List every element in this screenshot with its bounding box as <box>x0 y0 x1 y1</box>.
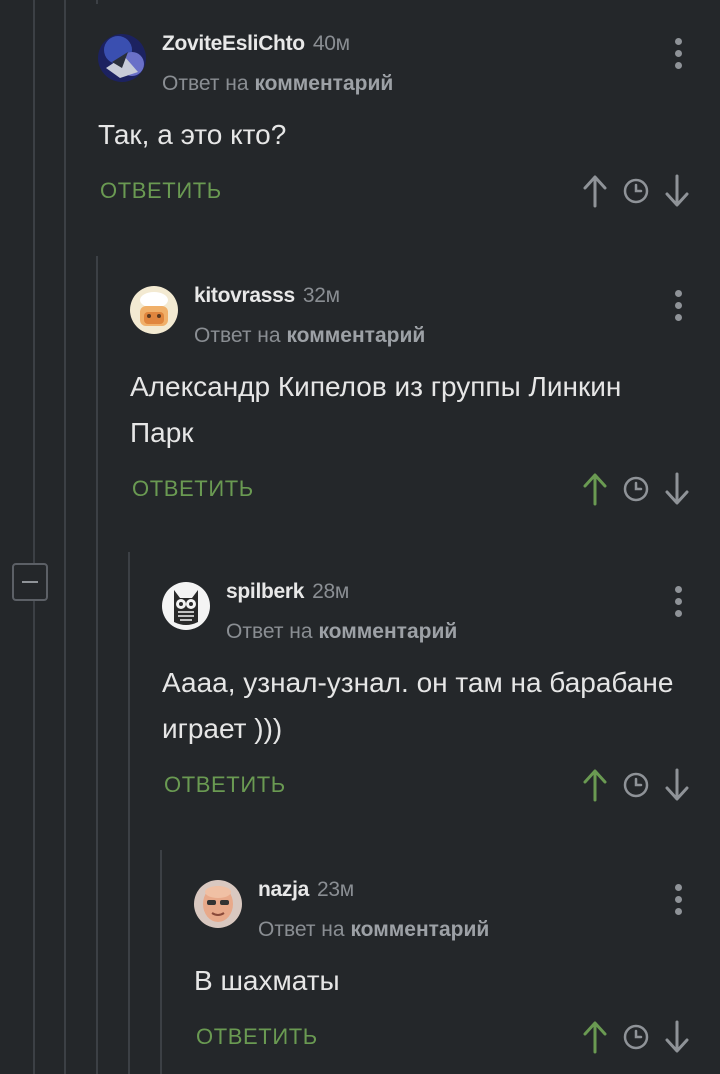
thread-line <box>96 256 98 1074</box>
reply-button[interactable]: ОТВЕТИТЬ <box>164 772 286 798</box>
reply-to-label: Ответ на комментарий <box>194 324 426 347</box>
comment: spilberk 28м Ответ на комментарий Аааа, у… <box>162 580 720 806</box>
thread-line <box>128 552 130 1074</box>
upvote-icon[interactable] <box>582 174 608 208</box>
parent-comment-link[interactable]: комментарий <box>286 324 425 347</box>
thread-line <box>64 0 66 1074</box>
reply-to-label: Ответ на комментарий <box>258 918 490 941</box>
downvote-icon[interactable] <box>664 1020 690 1054</box>
comment-time: 23м <box>317 878 354 901</box>
downvote-icon[interactable] <box>664 768 690 802</box>
comment-header: ZoviteEsliChto 40м Ответ на комментарий <box>98 32 720 104</box>
comment-header: kitovrasss 32м Ответ на комментарий <box>130 284 720 356</box>
comment-author[interactable]: spilberk 28м <box>226 580 349 604</box>
downvote-icon[interactable] <box>664 472 690 506</box>
comment-text: Аааа, узнал-узнал. он там на барабане иг… <box>162 667 674 744</box>
reply-button[interactable]: ОТВЕТИТЬ <box>196 1024 318 1050</box>
comment-actions: ОТВЕТИТЬ <box>130 470 720 510</box>
reply-button[interactable]: ОТВЕТИТЬ <box>132 476 254 502</box>
more-icon[interactable] <box>674 884 682 915</box>
comment: kitovrasss 32м Ответ на комментарий Алекс… <box>130 284 720 510</box>
comment: ZoviteEsliChto 40м Ответ на комментарий Т… <box>98 32 720 212</box>
collapse-thread-button[interactable] <box>12 563 48 601</box>
comment-text: В шахматы <box>194 965 340 996</box>
clock-icon[interactable] <box>622 177 650 205</box>
avatar[interactable] <box>130 286 178 334</box>
parent-comment-link[interactable]: комментарий <box>350 918 489 941</box>
comment-author[interactable]: nazja 23м <box>258 878 354 902</box>
comment-header: nazja 23м Ответ на комментарий <box>194 878 720 950</box>
reply-to-label: Ответ на комментарий <box>162 72 394 95</box>
avatar[interactable] <box>98 34 146 82</box>
thread-line <box>33 0 35 1074</box>
more-icon[interactable] <box>674 38 682 69</box>
comment-time: 32м <box>302 284 340 307</box>
downvote-icon[interactable] <box>664 174 690 208</box>
parent-comment-link[interactable]: комментарий <box>254 72 393 95</box>
comment-actions: ОТВЕТИТЬ <box>162 766 720 806</box>
comment-text: Александр Кипелов из группы Линкин Парк <box>130 371 622 448</box>
comment-author[interactable]: kitovrasss 32м <box>194 284 340 308</box>
avatar[interactable] <box>194 880 242 928</box>
comment-time: 40м <box>312 32 350 55</box>
clock-icon[interactable] <box>622 475 650 503</box>
thread-line <box>160 850 162 1074</box>
comment: nazja 23м Ответ на комментарий В шахматы … <box>194 878 720 1058</box>
clock-icon[interactable] <box>622 771 650 799</box>
collapse-icon <box>22 581 38 583</box>
upvote-icon[interactable] <box>582 768 608 802</box>
clock-icon[interactable] <box>622 1023 650 1051</box>
comment-time: 28м <box>312 580 350 603</box>
upvote-icon[interactable] <box>582 1020 608 1054</box>
comment-text: Так, а это кто? <box>98 119 287 150</box>
avatar[interactable] <box>162 582 210 630</box>
upvote-icon[interactable] <box>582 472 608 506</box>
more-icon[interactable] <box>674 586 682 617</box>
reply-to-label: Ответ на комментарий <box>226 620 458 643</box>
reply-button[interactable]: ОТВЕТИТЬ <box>100 178 222 204</box>
thread-line <box>96 0 98 4</box>
more-icon[interactable] <box>674 290 682 321</box>
parent-comment-link[interactable]: комментарий <box>318 620 457 643</box>
comment-actions: ОТВЕТИТЬ <box>194 1018 720 1058</box>
comment-header: spilberk 28м Ответ на комментарий <box>162 580 720 652</box>
comment-author[interactable]: ZoviteEsliChto 40м <box>162 32 350 56</box>
comment-actions: ОТВЕТИТЬ <box>98 172 720 212</box>
